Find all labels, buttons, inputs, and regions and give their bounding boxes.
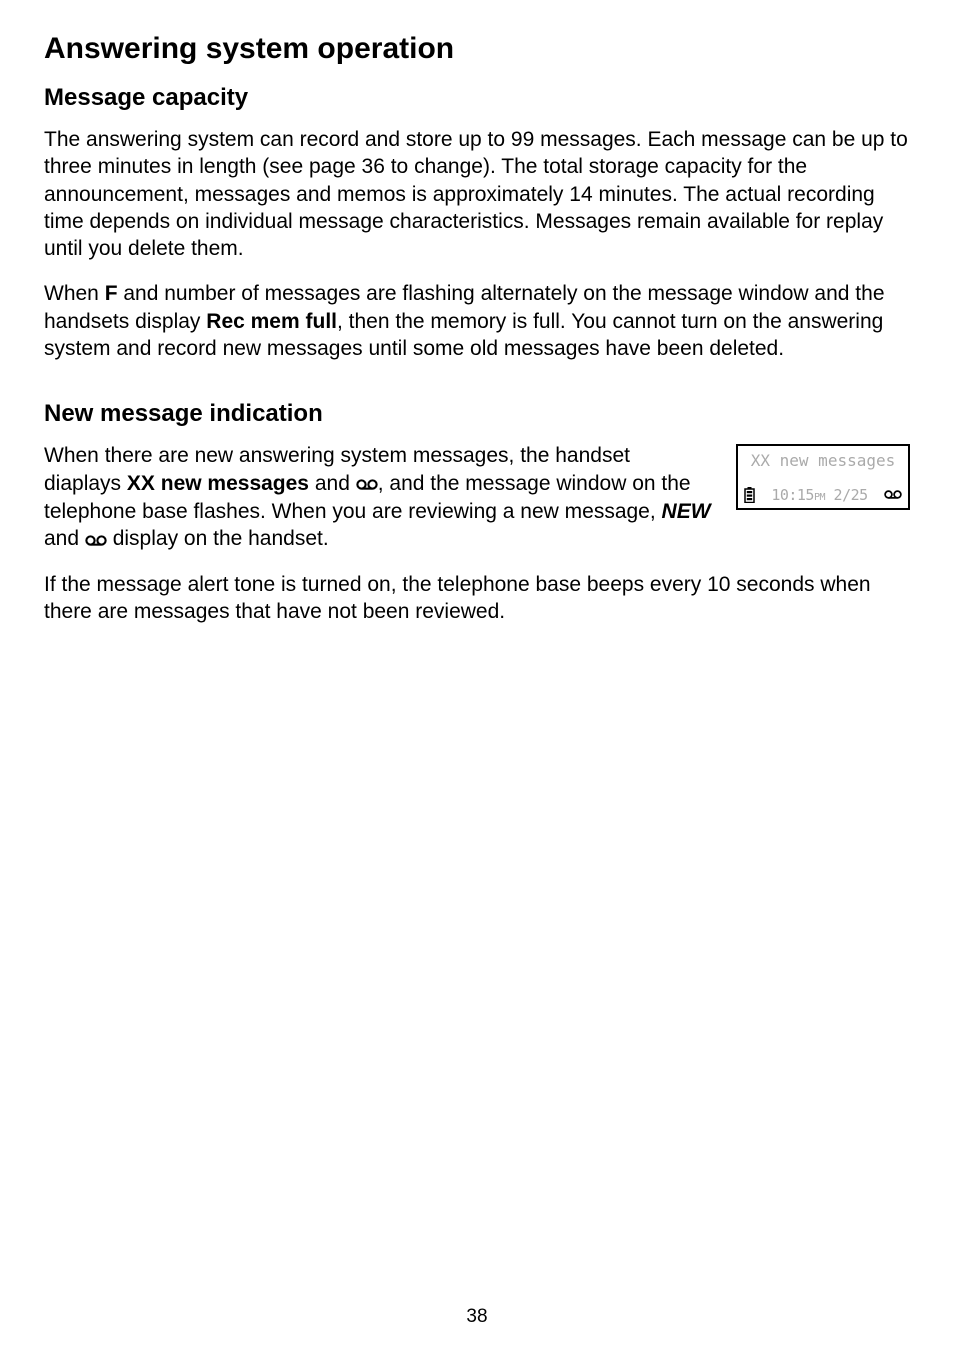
text-fragment: When (44, 282, 105, 305)
bold-italic-new: NEW (662, 500, 711, 523)
text-fragment: and (309, 472, 356, 495)
lcd-minute: 15 (797, 486, 814, 504)
indication-para-2: If the message alert tone is turned on, … (44, 571, 910, 626)
capacity-para-1: The answering system can record and stor… (44, 126, 910, 262)
lcd-display: XX new messages 10:15PM 2/25 (736, 444, 910, 510)
text-fragment: display on the handset. (107, 527, 329, 550)
tape-icon (884, 486, 902, 504)
tape-icon (85, 526, 107, 553)
page-title: Answering system operation (44, 32, 910, 66)
bold-f: F (105, 282, 118, 305)
page-number: 38 (0, 1306, 954, 1328)
battery-icon (744, 487, 755, 503)
text-fragment: and (44, 527, 85, 550)
lcd-ampm: PM (814, 492, 825, 503)
lcd-time: 10:15PM 2/25 (771, 486, 867, 504)
section-heading-indication: New message indication (44, 400, 910, 428)
section-heading-capacity: Message capacity (44, 84, 910, 112)
content-with-aside: When there are new answering system mess… (44, 442, 910, 571)
indication-para-1: When there are new answering system mess… (44, 442, 712, 553)
lcd-line-1: XX new messages (742, 452, 904, 470)
bold-rec-mem-full: Rec mem full (206, 310, 337, 333)
lcd-hour: 10 (771, 486, 788, 504)
tape-icon (356, 470, 378, 497)
bold-xx-new-messages: XX new messages (127, 472, 309, 495)
capacity-para-2: When F and number of messages are flashi… (44, 280, 910, 362)
lcd-line-2: 10:15PM 2/25 (742, 486, 904, 504)
lcd-date: 2/25 (834, 486, 868, 504)
content-left: When there are new answering system mess… (44, 442, 712, 571)
